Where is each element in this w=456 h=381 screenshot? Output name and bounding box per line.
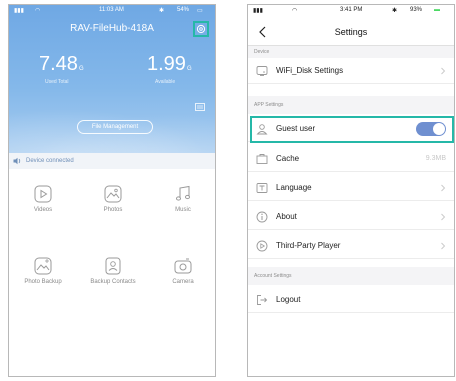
- music-label: Music: [175, 207, 191, 213]
- status-time: 11:03 AM: [99, 7, 124, 13]
- cache-size-value: 9.3MB: [425, 155, 446, 162]
- wifi-icon: ◠: [292, 8, 298, 14]
- player-icon: [256, 240, 268, 251]
- contact-icon: [105, 257, 121, 275]
- connection-status-text: Device connected: [26, 158, 74, 164]
- third-party-player-label: Third-Party Player: [276, 241, 341, 250]
- used-total-caption: Used Total: [45, 79, 69, 85]
- cache-label: Cache: [276, 154, 300, 163]
- signal-icon: ▮▮▮: [253, 8, 263, 14]
- settings-screen: ▮▮▮ ◠ 3:41 PM ✱ 93% ▬ Settings Device Wi…: [247, 4, 455, 377]
- music-icon: [176, 185, 190, 201]
- gear-icon: [196, 24, 206, 34]
- third-party-player-row[interactable]: Third-Party Player: [248, 233, 454, 259]
- music-tile[interactable]: Music: [153, 185, 213, 213]
- language-row[interactable]: Language: [248, 175, 454, 201]
- camera-tile[interactable]: Camera: [153, 257, 213, 285]
- bluetooth-icon: ✱: [392, 8, 398, 14]
- battery-percent: 54%: [177, 7, 190, 13]
- available-value: 1.99G: [147, 53, 192, 75]
- photo-backup-icon: [34, 257, 52, 275]
- section-account-settings: Account Settings: [248, 267, 454, 285]
- guest-user-toggle[interactable]: [416, 121, 446, 136]
- videos-label: Videos: [33, 207, 53, 213]
- guest-user-row: Guest user: [248, 116, 454, 142]
- photo-backup-label: Photo Backup: [24, 279, 62, 285]
- battery-percent: 93%: [410, 7, 423, 13]
- file-management-button[interactable]: File Management: [77, 120, 153, 134]
- chevron-right-icon: [441, 184, 446, 191]
- page-title: Settings: [334, 27, 368, 37]
- connection-status-bar: Device connected: [9, 153, 215, 169]
- storage-chart-icon[interactable]: [195, 103, 205, 111]
- toggle-knob: [433, 122, 445, 135]
- photos-tile[interactable]: Photos: [83, 185, 143, 213]
- logout-label: Logout: [276, 295, 301, 304]
- speaker-icon: [13, 157, 22, 165]
- signal-icon: ▮▮▮: [14, 8, 24, 14]
- backup-contacts-tile[interactable]: Backup Contacts: [83, 257, 143, 285]
- status-bar: ▮▮▮ ◠ 11:03 AM ✱ 54% ▭: [9, 5, 215, 16]
- photo-icon: [104, 185, 122, 203]
- chevron-right-icon: [441, 213, 446, 220]
- guest-user-label: Guest user: [276, 124, 316, 133]
- backup-contacts-label: Backup Contacts: [90, 279, 136, 285]
- storage-header: ▮▮▮ ◠ 11:03 AM ✱ 54% ▭ RAV-FileHub-418A …: [9, 5, 215, 155]
- device-title: RAV-FileHub-418A: [70, 23, 154, 34]
- disk-icon: [256, 65, 268, 76]
- camera-label: Camera: [172, 279, 194, 285]
- battery-icon: ▭: [197, 8, 203, 14]
- settings-button[interactable]: [193, 21, 209, 37]
- bluetooth-icon: ✱: [159, 8, 165, 14]
- play-icon: [34, 185, 52, 203]
- photo-backup-tile[interactable]: Photo Backup: [13, 257, 73, 285]
- wifi-icon: ◠: [35, 8, 41, 14]
- language-icon: [256, 182, 268, 193]
- language-label: Language: [276, 183, 312, 192]
- used-total-value: 7.48G: [39, 53, 84, 75]
- status-bar: ▮▮▮ ◠ 3:41 PM ✱ 93% ▬: [248, 5, 454, 16]
- logout-icon: [257, 294, 268, 305]
- home-screen: ▮▮▮ ◠ 11:03 AM ✱ 54% ▭ RAV-FileHub-418A …: [8, 4, 216, 377]
- battery-icon: ▬: [434, 7, 440, 13]
- info-icon: [256, 211, 268, 222]
- logout-row[interactable]: Logout: [248, 287, 454, 313]
- section-app-settings: APP Settings: [248, 96, 454, 114]
- cache-icon: [256, 153, 268, 164]
- camera-icon: [174, 258, 192, 274]
- photos-label: Photos: [103, 207, 123, 213]
- videos-tile[interactable]: Videos: [13, 185, 73, 213]
- chevron-right-icon: [441, 242, 446, 249]
- section-device: Device: [248, 46, 454, 58]
- status-time: 3:41 PM: [340, 7, 363, 13]
- about-label: About: [276, 212, 297, 221]
- chevron-right-icon: [441, 67, 446, 74]
- cache-row[interactable]: Cache 9.3MB: [248, 146, 454, 172]
- available-caption: Available: [155, 79, 176, 85]
- wifi-disk-settings-row[interactable]: WiFi_Disk Settings: [248, 58, 454, 84]
- wifi-disk-settings-label: WiFi_Disk Settings: [276, 66, 344, 75]
- about-row[interactable]: About: [248, 204, 454, 230]
- user-icon: [256, 123, 268, 134]
